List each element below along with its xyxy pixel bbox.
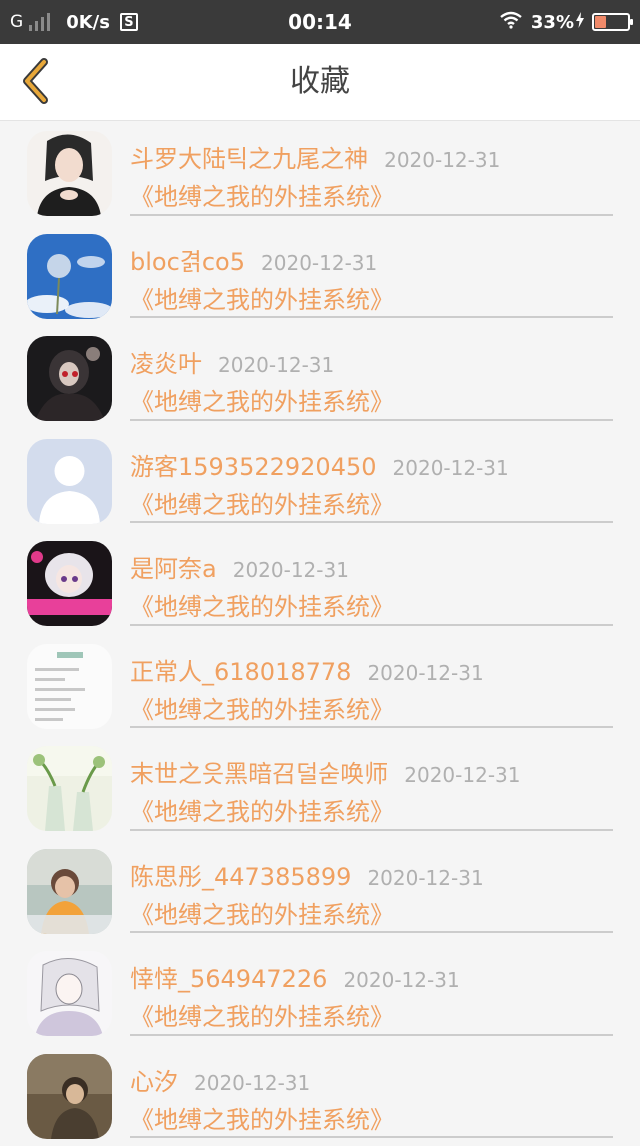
avatar: [27, 1054, 112, 1139]
avatar: [27, 541, 112, 626]
divider: [130, 521, 613, 523]
list-item[interactable]: 游客1593522920450 2020-12-31 《地缚之我的外挂系统》: [0, 429, 640, 532]
book-title: 《地缚之我的外挂系统》: [130, 997, 394, 1032]
book-title: 《地缚之我的外挂系统》: [130, 280, 394, 315]
item-date: 2020-12-31: [367, 661, 483, 685]
avatar: [27, 234, 112, 319]
divider: [130, 214, 613, 216]
title-bar: 收藏: [0, 44, 640, 121]
back-button[interactable]: [10, 56, 60, 106]
page-title: 收藏: [0, 44, 640, 120]
wifi-icon: [499, 11, 523, 34]
avatar: [27, 131, 112, 216]
list-item[interactable]: 凌炎叶 2020-12-31 《地缚之我的外挂系统》: [0, 326, 640, 429]
list-item[interactable]: 末世之읏黑暗召덜숟唤师 2020-12-31 《地缚之我的外挂系统》: [0, 736, 640, 839]
avatar: [27, 849, 112, 934]
user-name: 悻悻_564947226: [130, 965, 327, 993]
item-date: 2020-12-31: [261, 251, 377, 275]
list-item[interactable]: bloc겱co5 2020-12-31 《地缚之我的外挂系统》: [0, 224, 640, 327]
avatar: [27, 746, 112, 831]
list-item[interactable]: 悻悻_564947226 2020-12-31 《地缚之我的外挂系统》: [0, 941, 640, 1044]
list-item[interactable]: 斗罗大陆틱之九尾之神 2020-12-31 《地缚之我的外挂系统》: [0, 121, 640, 224]
favorites-list: 斗罗大陆틱之九尾之神 2020-12-31 《地缚之我的外挂系统》 bloc겱co…: [0, 121, 640, 1146]
item-date: 2020-12-31: [343, 968, 459, 992]
chevron-left-icon: [18, 56, 52, 106]
book-title: 《地缚之我的外挂系统》: [130, 177, 394, 212]
list-item[interactable]: 是阿奈a 2020-12-31 《地缚之我的外挂系统》: [0, 531, 640, 634]
item-date: 2020-12-31: [367, 866, 483, 890]
divider: [130, 726, 613, 728]
status-left: G 0K/s S: [10, 0, 138, 44]
battery-level: [595, 16, 606, 28]
list-item[interactable]: 心汐 2020-12-31 《地缚之我的外挂系统》: [0, 1044, 640, 1146]
avatar: [27, 439, 112, 524]
user-name: 游客1593522920450: [130, 453, 377, 481]
book-title: 《地缚之我的外挂系统》: [130, 587, 394, 622]
user-name: 末世之읏黑暗召덜숟唤师: [130, 760, 388, 788]
item-date: 2020-12-31: [194, 1071, 310, 1095]
network-type: G: [10, 12, 23, 32]
user-name: bloc겱co5: [130, 248, 245, 276]
item-date: 2020-12-31: [233, 558, 349, 582]
divider: [130, 829, 613, 831]
network-speed: 0K/s: [66, 12, 110, 33]
divider: [130, 1034, 613, 1036]
book-title: 《地缚之我的外挂系统》: [130, 690, 394, 725]
s-app-icon: S: [120, 13, 138, 31]
user-name: 正常人_618018778: [130, 658, 351, 686]
book-title: 《地缚之我的外挂系统》: [130, 382, 394, 417]
user-name: 陈思彤_447385899: [130, 863, 351, 891]
item-date: 2020-12-31: [384, 148, 500, 172]
user-name: 斗罗大陆틱之九尾之神: [130, 145, 368, 173]
divider: [130, 419, 613, 421]
divider: [130, 624, 613, 626]
divider: [130, 931, 613, 933]
book-title: 《地缚之我的外挂系统》: [130, 895, 394, 930]
avatar: [27, 644, 112, 729]
charging-bolt-icon: [576, 12, 584, 33]
book-title: 《地缚之我的外挂系统》: [130, 485, 394, 520]
list-item[interactable]: 陈思彤_447385899 2020-12-31 《地缚之我的外挂系统》: [0, 839, 640, 942]
divider: [130, 316, 613, 318]
avatar: [27, 951, 112, 1036]
book-title: 《地缚之我的外挂系统》: [130, 1100, 394, 1135]
status-bar: G 0K/s S 00:14 33%: [0, 0, 640, 44]
user-name: 心汐: [130, 1068, 178, 1096]
item-date: 2020-12-31: [218, 353, 334, 377]
battery-icon: [592, 13, 630, 31]
item-date: 2020-12-31: [404, 763, 520, 787]
user-name: 凌炎叶: [130, 350, 202, 378]
battery-percent: 33%: [531, 12, 574, 33]
avatar: [27, 336, 112, 421]
book-title: 《地缚之我的外挂系统》: [130, 792, 394, 827]
signal-bars-icon: [29, 13, 50, 31]
list-item[interactable]: 正常人_618018778 2020-12-31 《地缚之我的外挂系统》: [0, 634, 640, 737]
status-right: 33%: [499, 0, 630, 44]
user-name: 是阿奈a: [130, 555, 217, 583]
item-date: 2020-12-31: [393, 456, 509, 480]
